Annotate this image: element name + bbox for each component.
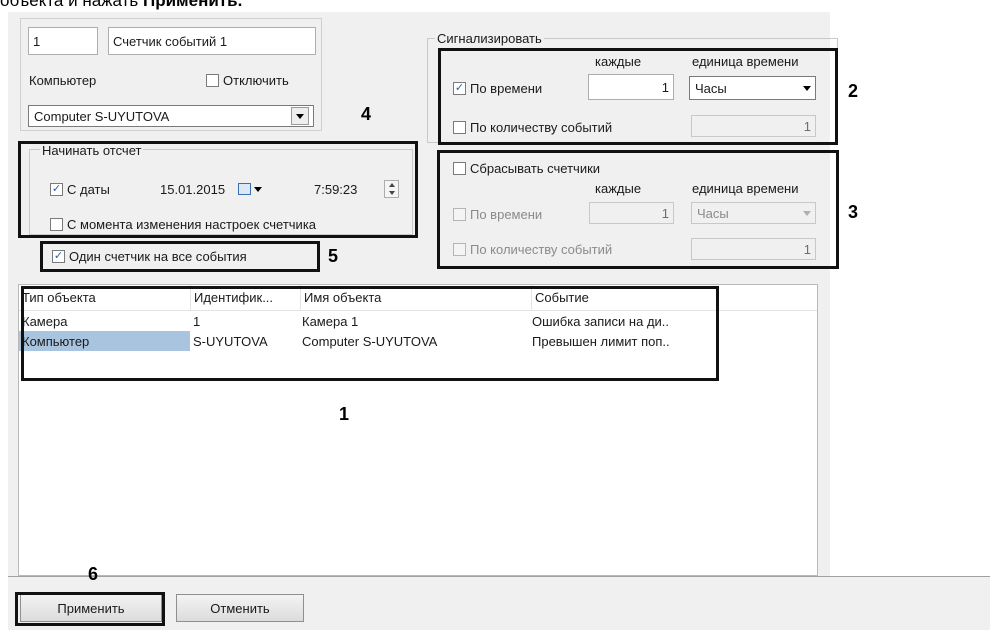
counter-name-field[interactable]: Счетчик событий 1 xyxy=(108,27,316,55)
marker-number-1: 1 xyxy=(339,404,350,424)
computer-select[interactable]: Computer S-UYUTOVA xyxy=(28,105,314,127)
disable-checkbox-box[interactable] xyxy=(206,73,219,87)
highlight-frame-single-counter xyxy=(40,241,320,272)
disable-checkbox[interactable]: Отключить xyxy=(206,71,289,89)
marker-number-4: 4 xyxy=(361,104,372,124)
cancel-button[interactable]: Отменить xyxy=(176,594,304,622)
marker-number-2: 2 xyxy=(848,81,859,101)
chevron-down-icon[interactable] xyxy=(291,107,309,125)
highlight-frame-start xyxy=(18,141,418,238)
highlight-frame-alarm xyxy=(438,48,838,145)
counter-id-value: 1 xyxy=(33,33,41,49)
counter-name-value: Счетчик событий 1 xyxy=(113,33,228,49)
marker-number-3: 3 xyxy=(848,202,859,222)
highlight-frame-apply xyxy=(15,592,165,626)
highlight-frame-table xyxy=(21,286,719,381)
instruction-text: объекта и нажать xyxy=(0,0,143,10)
computer-select-value: Computer S-UYUTOVA xyxy=(34,108,170,124)
disable-checkbox-label: Отключить xyxy=(223,72,289,88)
computer-label: Компьютер xyxy=(29,72,97,88)
alarm-group-title: Сигнализировать xyxy=(435,31,544,47)
marker-number-5: 5 xyxy=(328,246,339,266)
highlight-frame-reset xyxy=(437,150,839,269)
instruction-bold-text: Применить. xyxy=(143,0,243,10)
counter-id-field[interactable]: 1 xyxy=(28,27,98,55)
marker-number-6: 6 xyxy=(88,564,99,584)
